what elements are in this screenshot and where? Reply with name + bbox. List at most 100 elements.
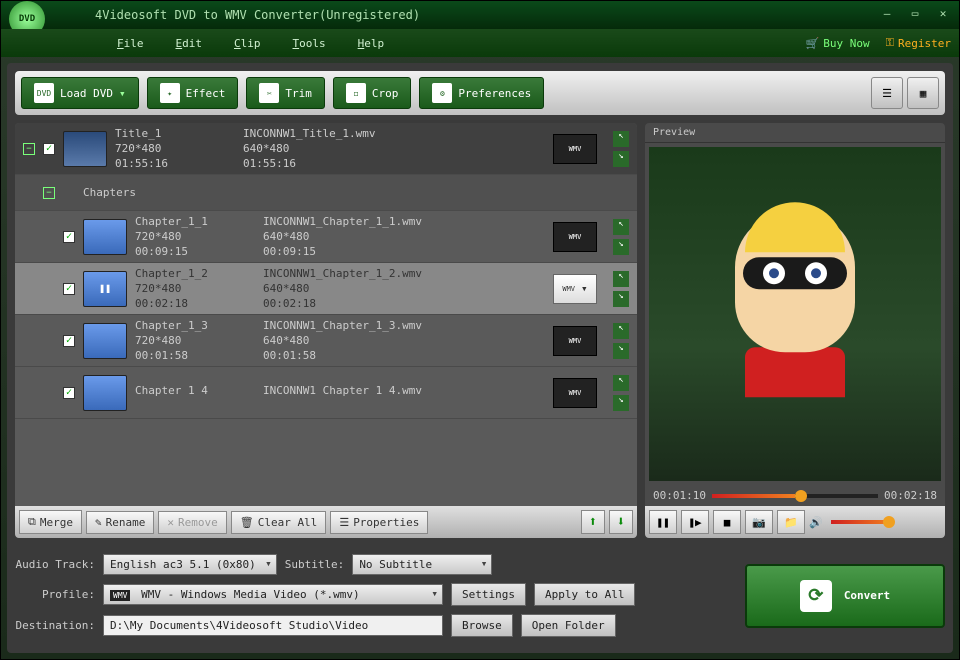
chapter-row[interactable]: ✓Chapter_1_1720*48000:09:15INCONNW1_Chap… — [15, 211, 637, 263]
title-profile-badge[interactable]: WMV — [553, 134, 597, 164]
destination-label: Destination: — [15, 619, 95, 632]
titlebar: DVD 4Videosoft DVD to WMV Converter(Unre… — [1, 1, 959, 29]
merge-icon: ⧉ — [28, 515, 36, 529]
preview-video[interactable] — [649, 147, 941, 481]
clear-all-button[interactable]: 🗑 Clear All — [231, 511, 327, 534]
row-move-up[interactable]: ↖ — [613, 323, 629, 339]
row-move-up[interactable]: ↖ — [613, 271, 629, 287]
crop-button[interactable]: ◻ Crop — [333, 77, 412, 109]
crop-icon: ◻ — [346, 83, 366, 103]
row-move-up[interactable]: ↖ — [613, 375, 629, 391]
move-down-button[interactable]: ⬇ — [609, 510, 633, 534]
list-view-button[interactable]: ☰ — [871, 77, 903, 109]
menu-file[interactable]: File — [101, 33, 160, 54]
convert-button[interactable]: ⟳ Convert — [745, 564, 945, 628]
chapter-name: Chapter_1_1 — [135, 215, 255, 228]
volume-thumb[interactable] — [883, 516, 895, 528]
merge-button[interactable]: ⧉ Merge — [19, 510, 82, 534]
chapter-out-duration: 00:01:58 — [263, 349, 423, 362]
menu-clip[interactable]: Clip — [218, 33, 277, 54]
gear-icon: ⚙ — [432, 83, 452, 103]
move-up-button[interactable]: ⬆ — [581, 510, 605, 534]
snapshot-folder-button[interactable]: 📁 — [777, 510, 805, 534]
scissors-icon: ✂ — [259, 83, 279, 103]
collapse-toggle[interactable]: − — [23, 143, 35, 155]
destination-input[interactable]: D:\My Documents\4Videosoft Studio\Video — [103, 615, 443, 636]
register-link[interactable]: ⚿ Register — [886, 36, 951, 50]
trim-button[interactable]: ✂ Trim — [246, 77, 325, 109]
effect-button[interactable]: ✦ Effect — [147, 77, 239, 109]
open-folder-button[interactable]: Open Folder — [521, 614, 616, 637]
subtitle-label: Subtitle: — [285, 558, 345, 571]
chapter-checkbox[interactable]: ✓ — [63, 231, 75, 243]
seek-slider[interactable] — [712, 494, 878, 498]
minimize-button[interactable]: — — [879, 7, 895, 23]
grid-view-button[interactable]: ▦ — [907, 77, 939, 109]
preferences-button[interactable]: ⚙ Preferences — [419, 77, 544, 109]
buy-now-link[interactable]: 🛒 Buy Now — [806, 37, 870, 50]
main-area: DVD Load DVD ▾ ✦ Effect ✂ Trim ◻ Crop ⚙ … — [7, 63, 953, 653]
snapshot-button[interactable]: 📷 — [745, 510, 773, 534]
chapters-header-row[interactable]: − Chapters — [15, 175, 637, 211]
main-toolbar: DVD Load DVD ▾ ✦ Effect ✂ Trim ◻ Crop ⚙ … — [15, 71, 945, 115]
chapters-collapse-toggle[interactable]: − — [43, 187, 55, 199]
window-title: 4Videosoft DVD to WMV Converter(Unregist… — [95, 8, 420, 22]
pause-button[interactable]: ❚❚ — [649, 510, 677, 534]
browse-button[interactable]: Browse — [451, 614, 513, 637]
menu-edit[interactable]: Edit — [160, 33, 219, 54]
row-move-down[interactable]: ↘ — [613, 395, 629, 411]
profile-dropdown[interactable]: WMV WMV - Windows Media Video (*.wmv) — [103, 584, 443, 605]
menubar: File Edit Clip Tools Help 🛒 Buy Now ⚿ Re… — [1, 29, 959, 57]
menu-help[interactable]: Help — [342, 33, 401, 54]
menu-tools[interactable]: Tools — [277, 33, 342, 54]
chapter-row[interactable]: ✓Chapter_1_2720*48000:02:18INCONNW1_Chap… — [15, 263, 637, 315]
title-row[interactable]: − ✓ Title_1 720*480 01:55:16 INCONNW1_Ti… — [15, 123, 637, 175]
title-resolution: 720*480 — [115, 142, 235, 155]
title-checkbox[interactable]: ✓ — [43, 143, 55, 155]
close-button[interactable]: ✕ — [935, 7, 951, 23]
subtitle-dropdown[interactable]: No Subtitle — [352, 554, 492, 575]
row-move-down[interactable]: ↘ — [613, 343, 629, 359]
step-button[interactable]: ❚▶ — [681, 510, 709, 534]
timeline: 00:01:10 00:02:18 — [645, 485, 945, 506]
remove-button[interactable]: ✕ Remove — [158, 511, 226, 534]
chapter-checkbox[interactable]: ✓ — [63, 335, 75, 347]
volume-icon[interactable]: 🔊 — [809, 516, 823, 529]
preview-frame-image — [735, 212, 855, 397]
title-duration: 01:55:16 — [115, 157, 235, 170]
chapter-row[interactable]: ✓Chapter_1_3720*48000:01:58INCONNW1_Chap… — [15, 315, 637, 367]
chapter-duration: 00:01:58 — [135, 349, 255, 362]
load-dvd-button[interactable]: DVD Load DVD ▾ — [21, 77, 139, 109]
audio-track-label: Audio Track: — [15, 558, 95, 571]
apply-to-all-button[interactable]: Apply to All — [534, 583, 635, 606]
profile-label: Profile: — [15, 588, 95, 601]
chapter-out-name: INCONNW1_Chapter_1_3.wmv — [263, 319, 423, 332]
row-move-down[interactable]: ↘ — [613, 151, 629, 167]
row-move-down[interactable]: ↘ — [613, 239, 629, 255]
chapter-profile-badge[interactable]: WMV — [553, 222, 597, 252]
chapter-checkbox[interactable]: ✓ — [63, 387, 75, 399]
chapter-row[interactable]: ✓Chapter 1 4INCONNW1 Chapter 1 4.wmvWMV↖… — [15, 367, 637, 419]
settings-button[interactable]: Settings — [451, 583, 526, 606]
row-move-down[interactable]: ↘ — [613, 291, 629, 307]
row-move-up[interactable]: ↖ — [613, 131, 629, 147]
chapter-profile-badge[interactable]: WMV — [553, 378, 597, 408]
chapter-profile-badge[interactable]: WMV — [553, 326, 597, 356]
remove-icon: ✕ — [167, 516, 174, 529]
seek-thumb[interactable] — [795, 490, 807, 502]
maximize-button[interactable]: ▭ — [907, 7, 923, 23]
row-move-up[interactable]: ↖ — [613, 219, 629, 235]
title-thumbnail — [63, 131, 107, 167]
file-list-body[interactable]: − ✓ Title_1 720*480 01:55:16 INCONNW1_Ti… — [15, 123, 637, 506]
chapter-profile-badge[interactable]: WMV ▾ — [553, 274, 597, 304]
volume-slider[interactable] — [831, 520, 891, 524]
stop-button[interactable]: ■ — [713, 510, 741, 534]
audio-track-dropdown[interactable]: English ac3 5.1 (0x80) — [103, 554, 277, 575]
chapter-resolution: 720*480 — [135, 282, 255, 295]
camera-icon: 📷 — [752, 516, 766, 529]
chapter-checkbox[interactable]: ✓ — [63, 283, 75, 295]
properties-button[interactable]: ☰ Properties — [330, 511, 428, 534]
chapter-resolution: 720*480 — [135, 334, 255, 347]
rename-button[interactable]: ✎ Rename — [86, 511, 154, 534]
chapter-name: Chapter_1_2 — [135, 267, 255, 280]
